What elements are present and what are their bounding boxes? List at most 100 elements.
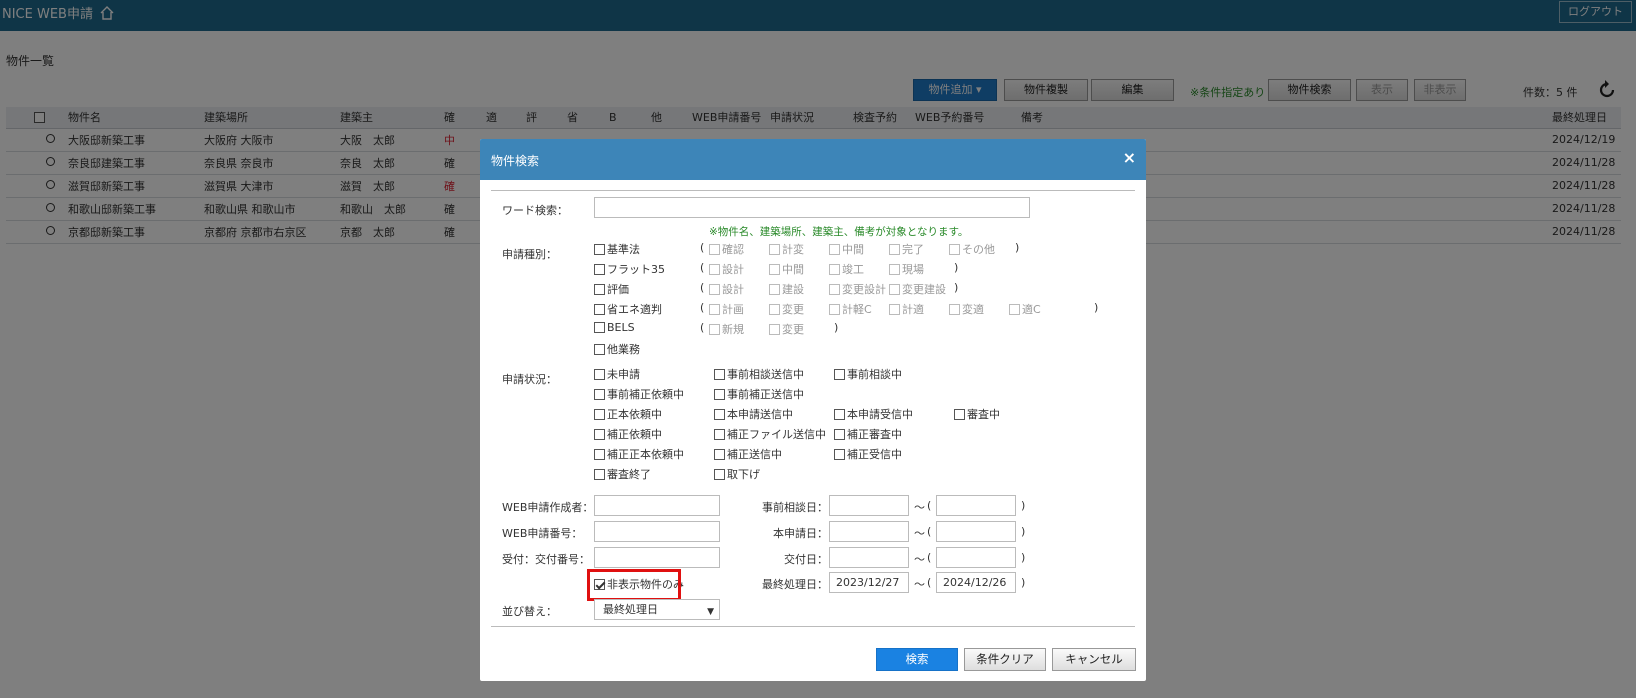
filter-checkbox[interactable]: 竣工: [829, 261, 864, 277]
checkbox-box[interactable]: [594, 448, 605, 460]
checkbox-box[interactable]: [709, 263, 720, 275]
filter-checkbox[interactable]: 中間: [769, 261, 804, 277]
checkbox-box[interactable]: [714, 408, 725, 420]
filter-checkbox[interactable]: 計画: [709, 301, 744, 317]
checkbox-box[interactable]: [829, 243, 840, 255]
checkbox-box[interactable]: [1009, 303, 1020, 315]
checkbox-box[interactable]: [594, 428, 605, 440]
checkbox-box[interactable]: [769, 283, 780, 295]
filter-checkbox[interactable]: 変更建設: [889, 281, 946, 297]
filter-checkbox[interactable]: 他業務: [594, 341, 640, 357]
checkbox-box[interactable]: [834, 368, 845, 380]
filter-checkbox[interactable]: 補正依頼中: [594, 426, 662, 442]
filter-checkbox[interactable]: 変更: [769, 321, 804, 337]
issue-to-input[interactable]: [936, 547, 1016, 568]
checkbox-box[interactable]: [829, 283, 840, 295]
checkbox-box[interactable]: [594, 322, 605, 333]
filter-checkbox[interactable]: 審査中: [954, 406, 1000, 422]
checkbox-box[interactable]: [769, 323, 780, 335]
word-search-input[interactable]: [594, 197, 1030, 218]
checkbox-box[interactable]: [834, 408, 845, 420]
filter-checkbox[interactable]: その他: [949, 241, 995, 257]
filter-checkbox[interactable]: 評価: [594, 281, 629, 297]
filter-checkbox[interactable]: 事前補正送信中: [714, 386, 804, 402]
filter-checkbox[interactable]: 基準法: [594, 241, 640, 257]
checkbox-box[interactable]: [594, 368, 605, 380]
checkbox-box[interactable]: [769, 303, 780, 315]
filter-checkbox[interactable]: 完了: [889, 241, 924, 257]
issue-from-input[interactable]: [829, 547, 909, 568]
filter-checkbox[interactable]: 変適: [949, 301, 984, 317]
checkbox-box[interactable]: [714, 388, 725, 400]
checkbox-box[interactable]: [829, 263, 840, 275]
filter-checkbox[interactable]: 事前補正依頼中: [594, 386, 684, 402]
cancel-button[interactable]: キャンセル: [1052, 648, 1136, 671]
filter-checkbox[interactable]: 設計: [709, 281, 744, 297]
main-app-from-input[interactable]: [829, 521, 909, 542]
filter-checkbox[interactable]: 変更設計: [829, 281, 886, 297]
checkbox-box[interactable]: [889, 283, 900, 295]
checkbox-box[interactable]: [714, 448, 725, 460]
close-icon[interactable]: ×: [1123, 150, 1136, 166]
filter-checkbox[interactable]: 取下げ: [714, 466, 760, 482]
search-button[interactable]: 検索: [876, 648, 958, 671]
filter-checkbox[interactable]: 適C: [1009, 301, 1041, 317]
filter-checkbox[interactable]: 計適: [889, 301, 924, 317]
checkbox-box[interactable]: [709, 243, 720, 255]
filter-checkbox[interactable]: 未申請: [594, 366, 640, 382]
checkbox-box[interactable]: [594, 283, 605, 295]
checkbox-box[interactable]: [594, 388, 605, 400]
checkbox-box[interactable]: [594, 243, 605, 255]
filter-checkbox[interactable]: 補正正本依頼中: [594, 446, 684, 462]
filter-checkbox[interactable]: 確認: [709, 241, 744, 257]
pre-consult-to-input[interactable]: [936, 495, 1016, 516]
filter-checkbox[interactable]: 事前相談中: [834, 366, 902, 382]
checkbox-box[interactable]: [889, 243, 900, 255]
filter-checkbox[interactable]: 事前相談送信中: [714, 366, 804, 382]
filter-checkbox[interactable]: 設計: [709, 261, 744, 277]
app-number-input[interactable]: [594, 521, 720, 542]
filter-checkbox[interactable]: 正本依頼中: [594, 406, 662, 422]
checkbox-box[interactable]: [829, 303, 840, 315]
last-processed-to-input[interactable]: 2024/12/26: [936, 572, 1016, 593]
filter-checkbox[interactable]: 補正審査中: [834, 426, 902, 442]
checkbox-box[interactable]: [594, 303, 605, 315]
checkbox-box[interactable]: [889, 303, 900, 315]
checkbox-box[interactable]: [834, 428, 845, 440]
sort-select[interactable]: 最終処理日 ▼: [594, 599, 720, 620]
checkbox-box[interactable]: [769, 243, 780, 255]
clear-conditions-button[interactable]: 条件クリア: [964, 648, 1046, 671]
filter-checkbox[interactable]: 変更: [769, 301, 804, 317]
filter-checkbox[interactable]: 計変: [769, 241, 804, 257]
checkbox-box[interactable]: [769, 263, 780, 275]
checkbox-box[interactable]: [949, 303, 960, 315]
filter-checkbox[interactable]: フラット35: [594, 261, 665, 277]
filter-checkbox[interactable]: 本申請受信中: [834, 406, 913, 422]
checkbox-box[interactable]: [714, 368, 725, 380]
filter-checkbox[interactable]: 補正ファイル送信中: [714, 426, 826, 442]
checkbox-box[interactable]: [714, 468, 725, 480]
checkbox-box[interactable]: [709, 303, 720, 315]
pre-consult-from-input[interactable]: [829, 495, 909, 516]
checkbox-box[interactable]: [594, 468, 605, 480]
checkbox-box[interactable]: [834, 448, 845, 460]
checkbox-box[interactable]: [954, 408, 965, 420]
creator-input[interactable]: [594, 495, 720, 516]
filter-checkbox[interactable]: 審査終了: [594, 466, 651, 482]
filter-checkbox[interactable]: 補正受信中: [834, 446, 902, 462]
checkbox-box[interactable]: [594, 343, 605, 355]
filter-checkbox[interactable]: 現場: [889, 261, 924, 277]
checkbox-box[interactable]: [594, 263, 605, 275]
filter-checkbox[interactable]: 省エネ適判: [594, 301, 662, 317]
receipt-number-input[interactable]: [594, 547, 720, 568]
checkbox-box[interactable]: [949, 243, 960, 255]
main-app-to-input[interactable]: [936, 521, 1016, 542]
checkbox-box[interactable]: [709, 283, 720, 295]
checkbox-box[interactable]: [714, 428, 725, 440]
checkbox-box[interactable]: [889, 263, 900, 275]
filter-checkbox[interactable]: 計軽C: [829, 301, 872, 317]
checkbox-box[interactable]: [709, 323, 720, 335]
filter-checkbox[interactable]: 補正送信中: [714, 446, 782, 462]
filter-checkbox[interactable]: 中間: [829, 241, 864, 257]
filter-checkbox[interactable]: 本申請送信中: [714, 406, 793, 422]
